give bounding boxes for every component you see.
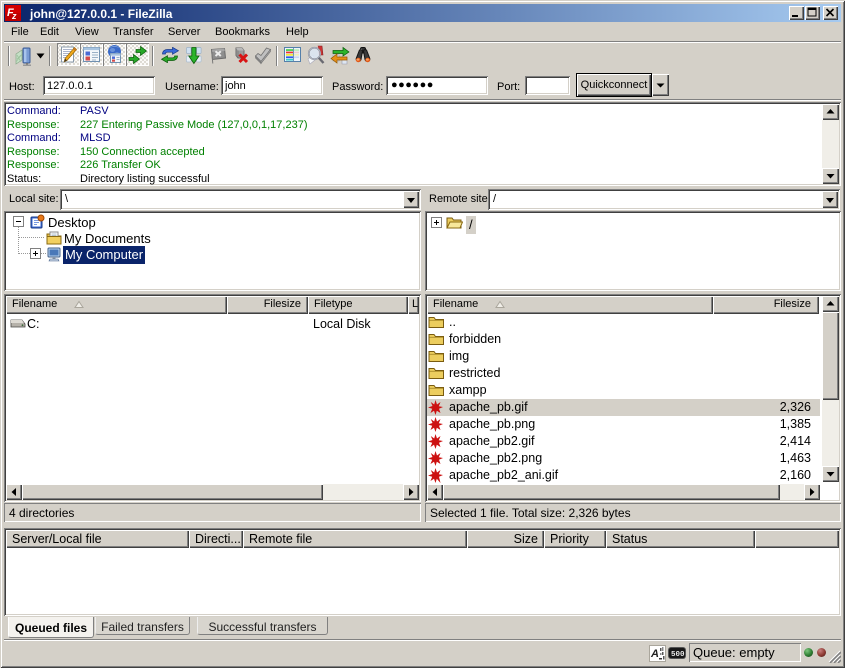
svg-text:z: z	[11, 11, 17, 21]
svg-text:A: A	[650, 648, 659, 660]
svg-text:500: 500	[671, 651, 685, 658]
